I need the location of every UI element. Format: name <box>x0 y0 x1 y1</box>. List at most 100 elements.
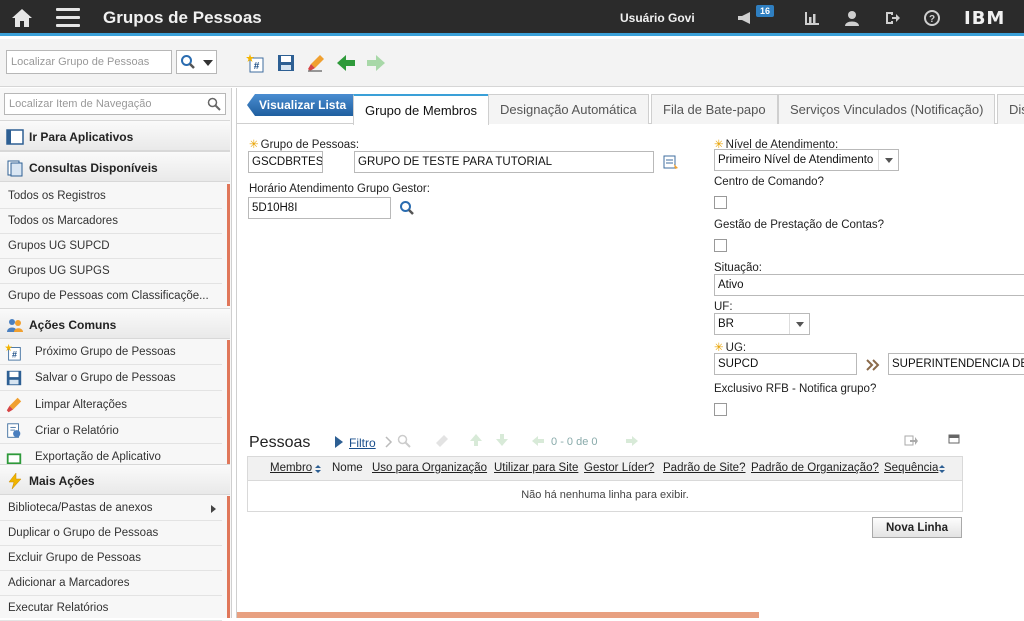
column-lead-manager[interactable]: Gestor Líder? <box>584 462 654 474</box>
action-clear-changes[interactable]: Limpar Alterações <box>0 393 222 418</box>
action-label: Biblioteca/Pastas de anexos <box>8 502 153 514</box>
query-item-ug-supcd[interactable]: Grupos UG SUPCD <box>0 234 222 259</box>
arrow-up-icon[interactable] <box>469 433 483 447</box>
more-delete-group[interactable]: Excluir Grupo de Pessoas <box>0 546 222 571</box>
sort-icon[interactable] <box>315 465 321 473</box>
navigation-sidebar: Localizar Item de Navegação Ir Para Apli… <box>0 88 232 621</box>
svg-text:?: ? <box>929 14 935 25</box>
action-label: Próximo Grupo de Pessoas <box>35 346 176 358</box>
download-icon[interactable] <box>904 434 918 446</box>
clear-changes-icon <box>6 397 22 413</box>
next-arrow-icon[interactable] <box>366 53 386 73</box>
group-description-field[interactable]: GRUPO DE TESTE PARA TUTORIAL <box>354 151 654 173</box>
chevron-right-icon <box>211 505 216 513</box>
column-site-use[interactable]: Utilizar para Site <box>494 462 578 474</box>
people-icon <box>7 319 23 332</box>
new-row-button[interactable]: Nova Linha <box>872 517 962 538</box>
chevron-down-icon <box>878 150 898 170</box>
search-icon[interactable] <box>399 200 415 216</box>
action-create-report[interactable]: Criar o Relatório <box>0 419 222 444</box>
new-record-icon[interactable]: # <box>246 53 266 73</box>
help-icon[interactable]: ? <box>923 9 941 27</box>
megaphone-icon[interactable] <box>736 9 754 27</box>
tab-chat-queue[interactable]: Fila de Bate-papo <box>651 94 778 124</box>
user-icon[interactable] <box>843 9 861 27</box>
chart-icon[interactable] <box>803 9 821 27</box>
ug-field[interactable]: SUPCD <box>714 353 857 375</box>
clear-changes-icon[interactable] <box>306 53 326 73</box>
query-item-classification[interactable]: Grupo de Pessoas com Classificaçõe... <box>0 284 222 309</box>
column-site-default[interactable]: Padrão de Site? <box>663 462 745 474</box>
filter-link[interactable]: Filtro <box>349 436 376 450</box>
empty-table-message: Não há nenhuma linha para exibir. <box>521 489 689 501</box>
list-view-button[interactable]: Visualizar Lista <box>247 94 357 116</box>
accountability-checkbox[interactable] <box>714 239 727 252</box>
ug-description-field[interactable]: SUPERINTENDENCIA DE I <box>888 353 1024 375</box>
section-go-apps[interactable]: Ir Para Aplicativos <box>0 120 230 151</box>
nav-search-placeholder: Localizar Item de Navegação <box>9 98 152 110</box>
collapse-icon[interactable] <box>948 434 960 444</box>
next-page-icon[interactable] <box>625 435 639 447</box>
column-org-use[interactable]: Uso para Organização <box>372 462 487 474</box>
column-member[interactable]: Membro <box>270 462 312 474</box>
search-icon[interactable] <box>397 434 411 448</box>
more-run-reports[interactable]: Executar Relatórios <box>0 596 222 621</box>
app-toolbar: Localizar Grupo de Pessoas # <box>0 39 1024 87</box>
more-scrollbar[interactable] <box>227 496 230 618</box>
rfb-label: Exclusivo RFB - Notifica grupo? <box>714 383 877 395</box>
sort-icon[interactable] <box>939 465 945 473</box>
members-table: Membro Nome Uso para Organização Utiliza… <box>247 456 963 512</box>
uf-select[interactable]: BR <box>714 313 810 335</box>
logout-icon[interactable] <box>883 9 901 27</box>
previous-page-icon[interactable] <box>531 435 545 447</box>
long-description-icon[interactable] <box>663 154 679 170</box>
action-save-group[interactable]: Salvar o Grupo de Pessoas <box>0 366 222 391</box>
column-org-default[interactable]: Padrão de Organização? <box>751 462 879 474</box>
main-content: Visualizar Lista Grupo de Membros Design… <box>236 88 1024 618</box>
clear-filter-icon[interactable] <box>433 434 449 448</box>
user-name[interactable]: Usuário Govi <box>620 11 695 25</box>
tab-auto-assign[interactable]: Designação Automática <box>488 94 649 124</box>
search-icon[interactable] <box>207 97 221 111</box>
notification-badge: 16 <box>756 5 775 17</box>
detail-menu-icon[interactable] <box>865 357 881 373</box>
previous-arrow-icon[interactable] <box>336 53 356 73</box>
more-add-bookmarks[interactable]: Adicionar a Marcadores <box>0 571 222 596</box>
section-common-actions[interactable]: Ações Comuns <box>0 308 230 339</box>
action-label: Criar o Relatório <box>35 425 119 437</box>
section-queries[interactable]: Consultas Disponíveis <box>0 151 230 182</box>
menu-icon[interactable] <box>56 8 80 28</box>
save-icon[interactable] <box>276 53 296 73</box>
command-center-checkbox[interactable] <box>714 196 727 209</box>
actions-scrollbar[interactable] <box>227 340 230 464</box>
service-level-select[interactable]: Primeiro Nível de Atendimento <box>714 149 899 171</box>
top-bar: Grupos de Pessoas Usuário Govi 16 ? IBM <box>0 0 1024 36</box>
query-item-all-bookmarks[interactable]: Todos os Marcadores <box>0 209 222 234</box>
query-item-ug-supgs[interactable]: Grupos UG SUPGS <box>0 259 222 284</box>
tab-more[interactable]: Dis <box>997 94 1024 124</box>
column-sequence[interactable]: Sequência <box>884 462 938 474</box>
queries-scrollbar[interactable] <box>227 184 230 306</box>
search-input[interactable]: Localizar Grupo de Pessoas <box>6 50 172 74</box>
tab-members[interactable]: Grupo de Membros <box>353 94 489 125</box>
status-field[interactable]: Ativo <box>714 274 1024 296</box>
action-export-app[interactable]: Exportação de Aplicativo <box>0 445 222 465</box>
ug-label: ✳ UG: <box>714 342 747 354</box>
report-icon <box>7 423 21 438</box>
arrow-down-icon[interactable] <box>495 433 509 447</box>
export-icon <box>6 453 22 464</box>
more-duplicate-group[interactable]: Duplicar o Grupo de Pessoas <box>0 521 222 546</box>
action-next-group[interactable]: # Próximo Grupo de Pessoas <box>0 340 222 365</box>
schedule-field[interactable]: 5D10H8I <box>248 197 391 219</box>
home-icon[interactable] <box>10 7 34 29</box>
filter-arrow-icon[interactable] <box>334 435 344 449</box>
tab-linked-services[interactable]: Serviços Vinculados (Notificação) <box>778 94 996 124</box>
section-more-actions[interactable]: Mais Ações <box>0 464 230 495</box>
horizontal-scrollbar[interactable] <box>237 612 759 618</box>
rfb-checkbox[interactable] <box>714 403 727 416</box>
search-options-button[interactable] <box>176 50 217 74</box>
group-code-field[interactable]: GSCDBRTEST <box>248 151 323 173</box>
query-item-all-records[interactable]: Todos os Registros <box>0 184 222 209</box>
nav-search-input[interactable]: Localizar Item de Navegação <box>4 93 226 115</box>
more-attachments[interactable]: Biblioteca/Pastas de anexos <box>0 496 222 521</box>
